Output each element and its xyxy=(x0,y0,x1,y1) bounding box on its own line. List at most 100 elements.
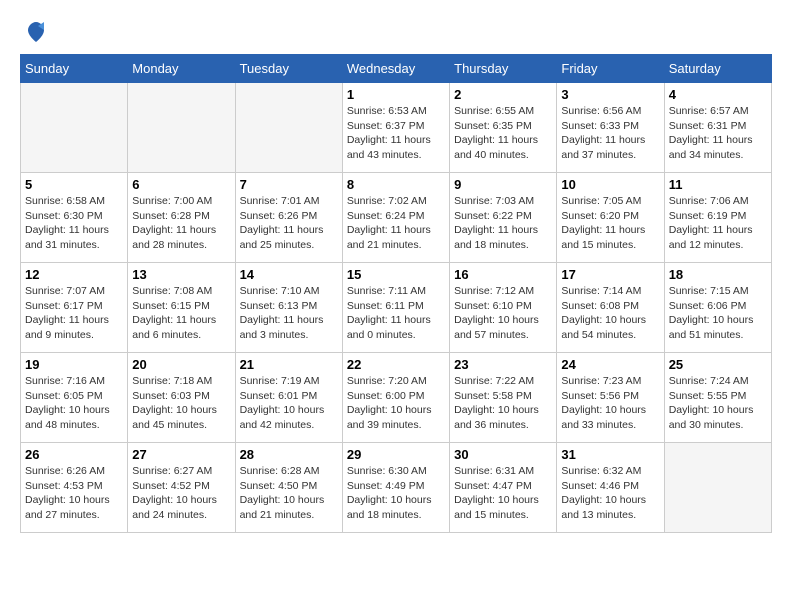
day-number: 13 xyxy=(132,267,230,282)
calendar: SundayMondayTuesdayWednesdayThursdayFrid… xyxy=(20,54,772,533)
day-cell: 8 Sunrise: 7:02 AM Sunset: 6:24 PM Daylig… xyxy=(342,173,449,263)
day-number: 8 xyxy=(347,177,445,192)
day-cell: 27 Sunrise: 6:27 AM Sunset: 4:52 PM Dayli… xyxy=(128,443,235,533)
day-info: Sunrise: 6:27 AM Sunset: 4:52 PM Dayligh… xyxy=(132,464,230,523)
day-number: 12 xyxy=(25,267,123,282)
header-monday: Monday xyxy=(128,55,235,83)
day-info: Sunrise: 7:15 AM Sunset: 6:06 PM Dayligh… xyxy=(669,284,767,343)
day-number: 14 xyxy=(240,267,338,282)
day-info: Sunrise: 6:30 AM Sunset: 4:49 PM Dayligh… xyxy=(347,464,445,523)
week-row-5: 26 Sunrise: 6:26 AM Sunset: 4:53 PM Dayli… xyxy=(21,443,772,533)
day-cell: 2 Sunrise: 6:55 AM Sunset: 6:35 PM Daylig… xyxy=(450,83,557,173)
header-wednesday: Wednesday xyxy=(342,55,449,83)
day-info: Sunrise: 7:20 AM Sunset: 6:00 PM Dayligh… xyxy=(347,374,445,433)
day-cell xyxy=(235,83,342,173)
day-cell: 4Sunrise: 6:57 AM Sunset: 6:31 PM Daylig… xyxy=(664,83,771,173)
day-cell: 11 Sunrise: 7:06 AM Sunset: 6:19 PM Dayli… xyxy=(664,173,771,263)
day-cell: 24 Sunrise: 7:23 AM Sunset: 5:56 PM Dayli… xyxy=(557,353,664,443)
day-info: Sunrise: 7:07 AM Sunset: 6:17 PM Dayligh… xyxy=(25,284,123,343)
day-cell xyxy=(21,83,128,173)
day-cell: 30Sunrise: 6:31 AM Sunset: 4:47 PM Dayli… xyxy=(450,443,557,533)
week-row-4: 19 Sunrise: 7:16 AM Sunset: 6:05 PM Dayli… xyxy=(21,353,772,443)
day-info: Sunrise: 6:26 AM Sunset: 4:53 PM Dayligh… xyxy=(25,464,123,523)
header-row: SundayMondayTuesdayWednesdayThursdayFrid… xyxy=(21,55,772,83)
day-cell: 13 Sunrise: 7:08 AM Sunset: 6:15 PM Dayli… xyxy=(128,263,235,353)
day-number: 23 xyxy=(454,357,552,372)
day-info: Sunrise: 7:05 AM Sunset: 6:20 PM Dayligh… xyxy=(561,194,659,253)
day-cell: 22Sunrise: 7:20 AM Sunset: 6:00 PM Dayli… xyxy=(342,353,449,443)
day-info: Sunrise: 7:02 AM Sunset: 6:24 PM Dayligh… xyxy=(347,194,445,253)
day-info: Sunrise: 7:14 AM Sunset: 6:08 PM Dayligh… xyxy=(561,284,659,343)
day-number: 18 xyxy=(669,267,767,282)
day-number: 17 xyxy=(561,267,659,282)
day-number: 30 xyxy=(454,447,552,462)
day-cell: 5 Sunrise: 6:58 AM Sunset: 6:30 PM Daylig… xyxy=(21,173,128,263)
week-row-3: 12 Sunrise: 7:07 AM Sunset: 6:17 PM Dayli… xyxy=(21,263,772,353)
day-cell: 28 Sunrise: 6:28 AM Sunset: 4:50 PM Dayli… xyxy=(235,443,342,533)
day-cell: 14 Sunrise: 7:10 AM Sunset: 6:13 PM Dayli… xyxy=(235,263,342,353)
day-number: 2 xyxy=(454,87,552,102)
day-info: Sunrise: 6:32 AM Sunset: 4:46 PM Dayligh… xyxy=(561,464,659,523)
header-saturday: Saturday xyxy=(664,55,771,83)
header-tuesday: Tuesday xyxy=(235,55,342,83)
day-info: Sunrise: 7:01 AM Sunset: 6:26 PM Dayligh… xyxy=(240,194,338,253)
day-info: Sunrise: 7:24 AM Sunset: 5:55 PM Dayligh… xyxy=(669,374,767,433)
day-cell: 19 Sunrise: 7:16 AM Sunset: 6:05 PM Dayli… xyxy=(21,353,128,443)
day-cell: 16 Sunrise: 7:12 AM Sunset: 6:10 PM Dayli… xyxy=(450,263,557,353)
day-number: 31 xyxy=(561,447,659,462)
day-info: Sunrise: 7:08 AM Sunset: 6:15 PM Dayligh… xyxy=(132,284,230,343)
day-cell: 18 Sunrise: 7:15 AM Sunset: 6:06 PM Dayli… xyxy=(664,263,771,353)
day-number: 1 xyxy=(347,87,445,102)
day-info: Sunrise: 7:18 AM Sunset: 6:03 PM Dayligh… xyxy=(132,374,230,433)
day-number: 25 xyxy=(669,357,767,372)
day-number: 29 xyxy=(347,447,445,462)
day-cell xyxy=(128,83,235,173)
day-cell: 25 Sunrise: 7:24 AM Sunset: 5:55 PM Dayli… xyxy=(664,353,771,443)
day-cell: 21Sunrise: 7:19 AM Sunset: 6:01 PM Dayli… xyxy=(235,353,342,443)
day-cell: 23 Sunrise: 7:22 AM Sunset: 5:58 PM Dayli… xyxy=(450,353,557,443)
day-number: 21 xyxy=(240,357,338,372)
logo xyxy=(20,20,48,44)
day-info: Sunrise: 6:55 AM Sunset: 6:35 PM Dayligh… xyxy=(454,104,552,163)
day-cell: 7 Sunrise: 7:01 AM Sunset: 6:26 PM Daylig… xyxy=(235,173,342,263)
day-info: Sunrise: 7:12 AM Sunset: 6:10 PM Dayligh… xyxy=(454,284,552,343)
day-info: Sunrise: 7:11 AM Sunset: 6:11 PM Dayligh… xyxy=(347,284,445,343)
day-number: 27 xyxy=(132,447,230,462)
day-number: 19 xyxy=(25,357,123,372)
day-info: Sunrise: 6:58 AM Sunset: 6:30 PM Dayligh… xyxy=(25,194,123,253)
day-cell: 29 Sunrise: 6:30 AM Sunset: 4:49 PM Dayli… xyxy=(342,443,449,533)
day-cell: 1 Sunrise: 6:53 AM Sunset: 6:37 PM Daylig… xyxy=(342,83,449,173)
day-cell: 12 Sunrise: 7:07 AM Sunset: 6:17 PM Dayli… xyxy=(21,263,128,353)
day-info: Sunrise: 7:03 AM Sunset: 6:22 PM Dayligh… xyxy=(454,194,552,253)
day-info: Sunrise: 6:56 AM Sunset: 6:33 PM Dayligh… xyxy=(561,104,659,163)
day-cell: 31 Sunrise: 6:32 AM Sunset: 4:46 PM Dayli… xyxy=(557,443,664,533)
day-cell: 17 Sunrise: 7:14 AM Sunset: 6:08 PM Dayli… xyxy=(557,263,664,353)
week-row-2: 5 Sunrise: 6:58 AM Sunset: 6:30 PM Daylig… xyxy=(21,173,772,263)
day-cell xyxy=(664,443,771,533)
day-info: Sunrise: 6:28 AM Sunset: 4:50 PM Dayligh… xyxy=(240,464,338,523)
day-info: Sunrise: 7:22 AM Sunset: 5:58 PM Dayligh… xyxy=(454,374,552,433)
header-thursday: Thursday xyxy=(450,55,557,83)
day-info: Sunrise: 6:53 AM Sunset: 6:37 PM Dayligh… xyxy=(347,104,445,163)
day-number: 5 xyxy=(25,177,123,192)
day-info: Sunrise: 7:06 AM Sunset: 6:19 PM Dayligh… xyxy=(669,194,767,253)
day-number: 26 xyxy=(25,447,123,462)
day-info: Sunrise: 7:00 AM Sunset: 6:28 PM Dayligh… xyxy=(132,194,230,253)
day-cell: 3Sunrise: 6:56 AM Sunset: 6:33 PM Daylig… xyxy=(557,83,664,173)
day-info: Sunrise: 7:10 AM Sunset: 6:13 PM Dayligh… xyxy=(240,284,338,343)
day-cell: 20Sunrise: 7:18 AM Sunset: 6:03 PM Dayli… xyxy=(128,353,235,443)
day-number: 24 xyxy=(561,357,659,372)
day-cell: 15Sunrise: 7:11 AM Sunset: 6:11 PM Dayli… xyxy=(342,263,449,353)
day-info: Sunrise: 7:23 AM Sunset: 5:56 PM Dayligh… xyxy=(561,374,659,433)
logo-icon xyxy=(24,20,48,44)
day-number: 9 xyxy=(454,177,552,192)
day-number: 16 xyxy=(454,267,552,282)
header-friday: Friday xyxy=(557,55,664,83)
day-cell: 9 Sunrise: 7:03 AM Sunset: 6:22 PM Daylig… xyxy=(450,173,557,263)
day-number: 11 xyxy=(669,177,767,192)
day-number: 7 xyxy=(240,177,338,192)
day-cell: 26 Sunrise: 6:26 AM Sunset: 4:53 PM Dayli… xyxy=(21,443,128,533)
day-info: Sunrise: 7:16 AM Sunset: 6:05 PM Dayligh… xyxy=(25,374,123,433)
day-number: 28 xyxy=(240,447,338,462)
week-row-1: 1 Sunrise: 6:53 AM Sunset: 6:37 PM Daylig… xyxy=(21,83,772,173)
